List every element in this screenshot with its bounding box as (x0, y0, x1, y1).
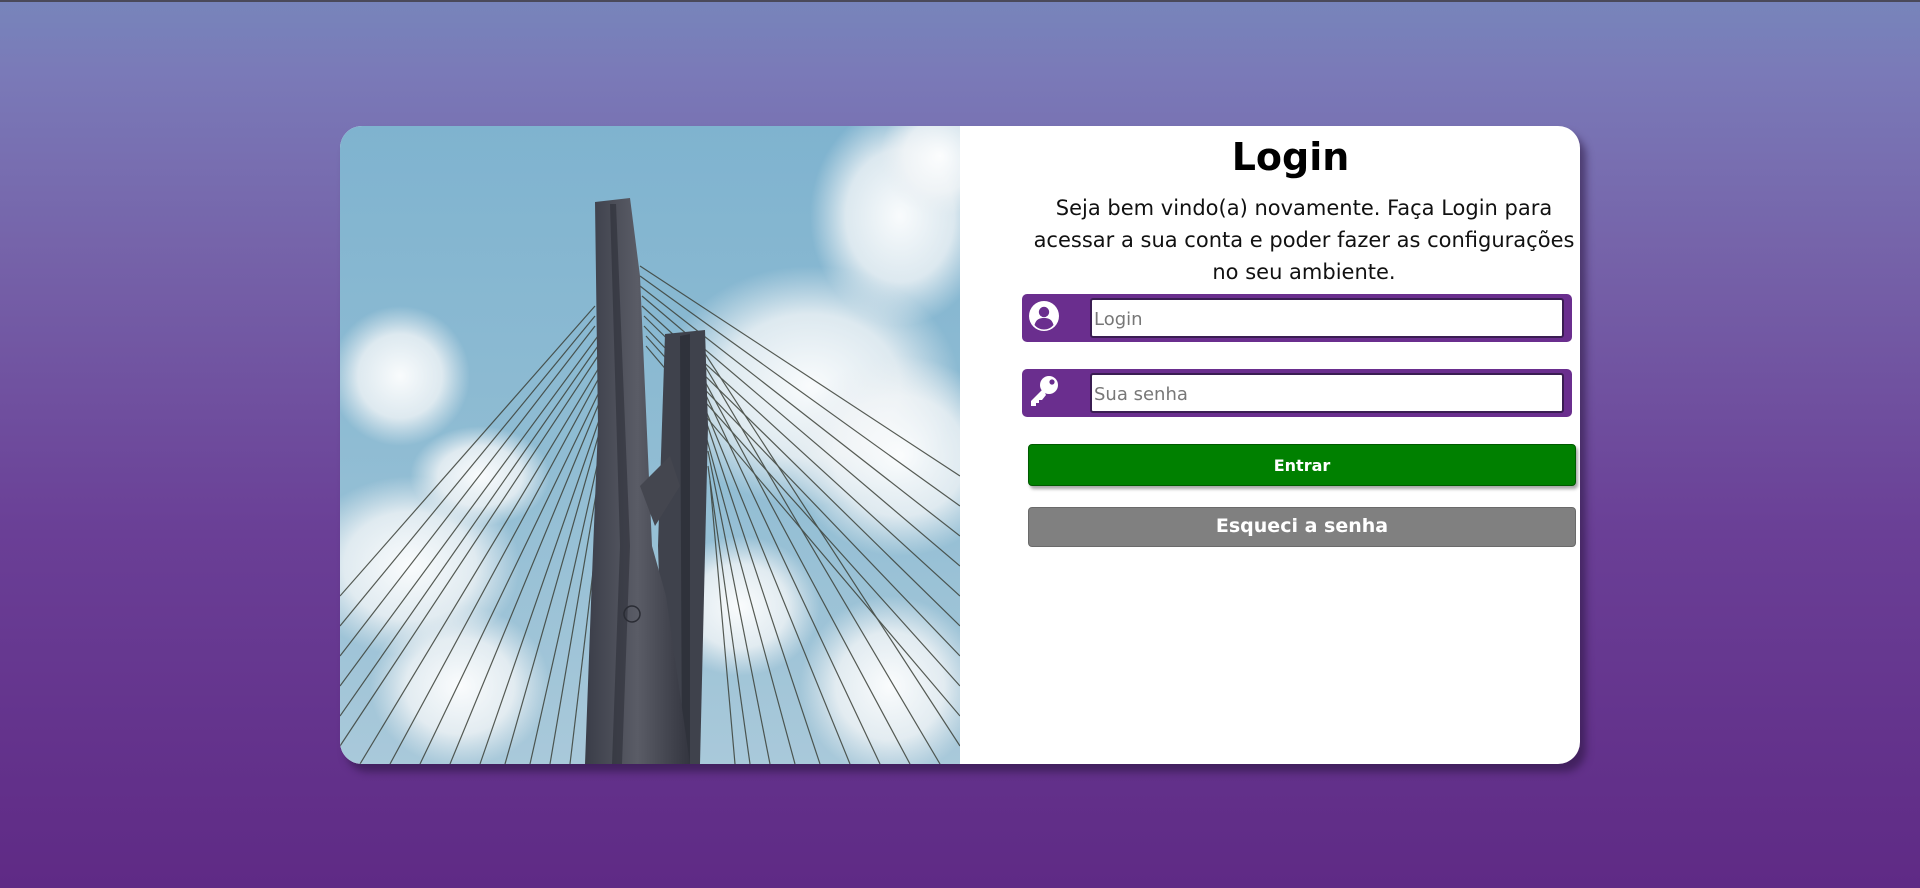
password-field-group (1022, 369, 1572, 417)
login-card: Login Seja bem vindo(a) novamente. Faça … (340, 126, 1580, 764)
top-border (0, 0, 1920, 2)
user-circle-icon (1026, 298, 1062, 334)
bridge-photo (340, 126, 960, 764)
enter-button[interactable]: Entrar (1028, 444, 1576, 486)
key-icon (1026, 373, 1062, 409)
login-field-group (1022, 294, 1572, 342)
password-input[interactable] (1090, 373, 1564, 413)
login-form: Login Seja bem vindo(a) novamente. Faça … (960, 126, 1580, 764)
page-title: Login (1231, 135, 1350, 179)
forgot-password-button[interactable]: Esqueci a senha (1028, 507, 1576, 547)
login-input[interactable] (1090, 298, 1564, 338)
welcome-message: Seja bem vindo(a) novamente. Faça Login … (1033, 196, 1575, 284)
